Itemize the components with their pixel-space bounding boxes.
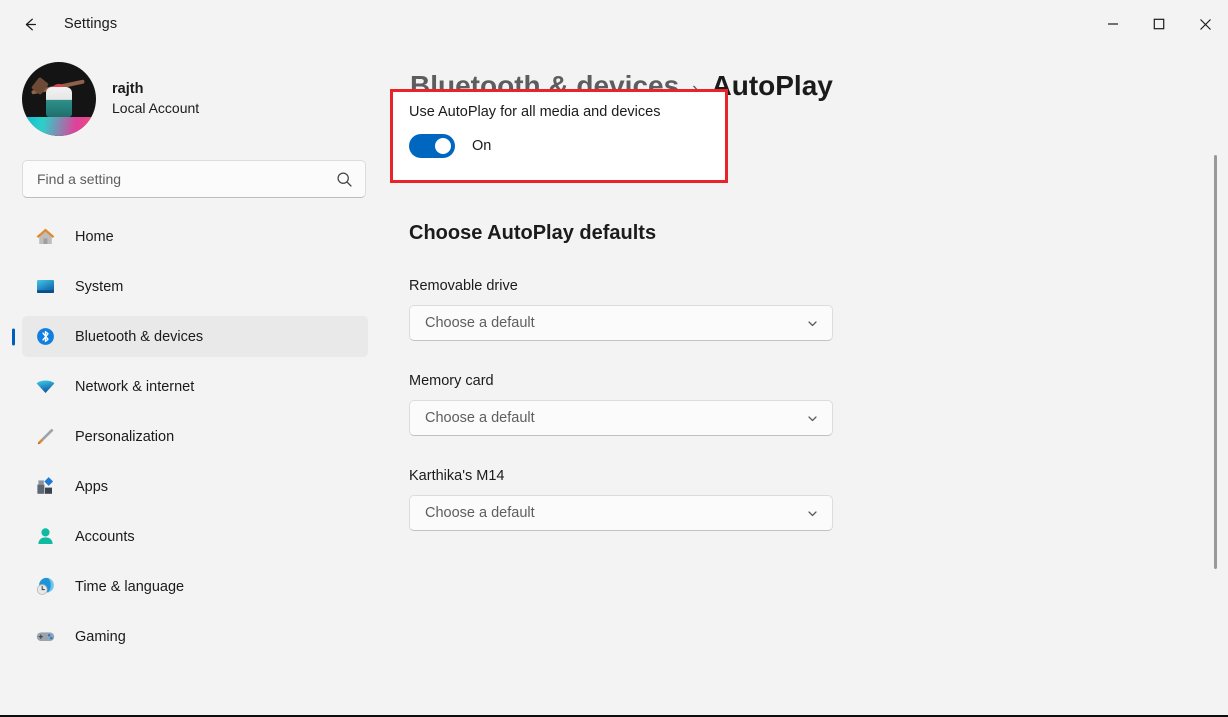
sidebar-item-apps[interactable]: Apps xyxy=(22,466,368,507)
gamepad-icon xyxy=(34,626,56,648)
page-title: AutoPlay xyxy=(712,70,833,102)
autoplay-toggle-state: On xyxy=(472,138,491,154)
avatar xyxy=(22,62,96,136)
account-text: rajth Local Account xyxy=(112,80,199,118)
minimize-icon xyxy=(1107,18,1119,30)
paintbrush-icon xyxy=(34,426,56,448)
search-icon xyxy=(336,171,353,188)
avatar-figure-decoration xyxy=(46,87,72,117)
person-icon xyxy=(34,526,56,548)
chevron-down-icon xyxy=(806,507,819,520)
sidebar-item-label: Gaming xyxy=(75,629,126,645)
apps-icon xyxy=(34,476,56,498)
clock-globe-icon xyxy=(34,576,56,598)
close-button[interactable] xyxy=(1182,0,1228,48)
sidebar-item-system[interactable]: System xyxy=(22,266,368,307)
maximize-button[interactable] xyxy=(1136,0,1182,48)
sidebar-nav: Home System xyxy=(0,216,390,657)
autoplay-toggle-label: Use AutoPlay for all media and devices xyxy=(409,104,729,120)
autoplay-toggle-section: Use AutoPlay for all media and devices O… xyxy=(409,104,729,158)
sidebar-item-label: Apps xyxy=(75,479,108,495)
title-bar: Settings xyxy=(0,0,1228,48)
sidebar: rajth Local Account Home xyxy=(0,48,390,717)
sidebar-item-label: Accounts xyxy=(75,529,135,545)
window-controls xyxy=(1090,0,1228,48)
system-icon xyxy=(34,276,56,298)
removable-drive-dropdown[interactable]: Choose a default xyxy=(409,305,833,341)
back-button[interactable] xyxy=(12,6,48,42)
sidebar-item-label: System xyxy=(75,279,123,295)
field-memory-card: Memory card Choose a default xyxy=(409,373,833,436)
account-type: Local Account xyxy=(112,99,199,118)
autoplay-toggle-switch[interactable] xyxy=(409,134,455,158)
sidebar-item-accounts[interactable]: Accounts xyxy=(22,516,368,557)
sidebar-item-label: Personalization xyxy=(75,429,174,445)
field-label: Removable drive xyxy=(409,278,833,294)
toggle-knob xyxy=(435,138,451,154)
scrollbar-thumb[interactable] xyxy=(1214,155,1217,569)
memory-card-dropdown[interactable]: Choose a default xyxy=(409,400,833,436)
autoplay-toggle-row: On xyxy=(409,134,729,158)
avatar-base-decoration xyxy=(22,117,96,136)
minimize-button[interactable] xyxy=(1090,0,1136,48)
close-icon xyxy=(1199,18,1212,31)
sidebar-item-label: Time & language xyxy=(75,579,184,595)
field-label: Memory card xyxy=(409,373,833,389)
bluetooth-icon xyxy=(34,326,56,348)
account-name: rajth xyxy=(112,80,199,100)
karthikas-m14-dropdown[interactable]: Choose a default xyxy=(409,495,833,531)
dropdown-value: Choose a default xyxy=(425,505,535,521)
sidebar-item-label: Home xyxy=(75,229,114,245)
search-box[interactable] xyxy=(22,160,366,198)
settings-window: Settings xyxy=(0,0,1228,717)
wifi-icon xyxy=(34,376,56,398)
chevron-down-icon xyxy=(806,412,819,425)
field-karthikas-m14: Karthika's M14 Choose a default xyxy=(409,468,833,531)
sidebar-item-time-language[interactable]: Time & language xyxy=(22,566,368,607)
sidebar-item-label: Network & internet xyxy=(75,379,194,395)
sidebar-item-network-internet[interactable]: Network & internet xyxy=(22,366,368,407)
sidebar-item-bluetooth-devices[interactable]: Bluetooth & devices xyxy=(22,316,368,357)
content-scrollbar[interactable] xyxy=(1210,48,1222,717)
home-icon xyxy=(34,226,56,248)
arrow-left-icon xyxy=(21,15,40,34)
dropdown-value: Choose a default xyxy=(425,315,535,331)
field-removable-drive: Removable drive Choose a default xyxy=(409,278,833,341)
search-input[interactable] xyxy=(37,171,336,187)
defaults-section-title: Choose AutoPlay defaults xyxy=(409,222,656,245)
sidebar-item-gaming[interactable]: Gaming xyxy=(22,616,368,657)
account-block[interactable]: rajth Local Account xyxy=(22,62,390,136)
sidebar-item-personalization[interactable]: Personalization xyxy=(22,416,368,457)
sidebar-item-label: Bluetooth & devices xyxy=(75,329,203,345)
autoplay-defaults-list: Removable drive Choose a default Memory … xyxy=(409,278,833,563)
field-label: Karthika's M14 xyxy=(409,468,833,484)
app-title: Settings xyxy=(64,16,117,32)
chevron-down-icon xyxy=(806,317,819,330)
sidebar-item-home[interactable]: Home xyxy=(22,216,368,257)
maximize-icon xyxy=(1153,18,1165,30)
dropdown-value: Choose a default xyxy=(425,410,535,426)
